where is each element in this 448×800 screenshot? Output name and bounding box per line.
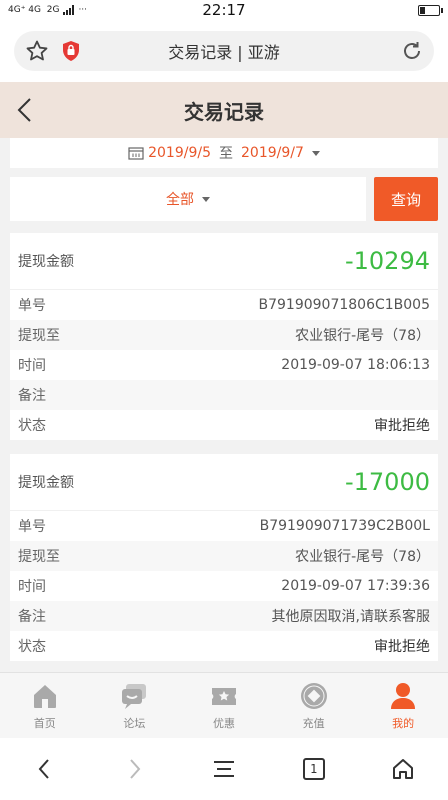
- row-label: 状态: [18, 418, 46, 434]
- detail-row: 备注: [10, 380, 438, 410]
- tab-promo[interactable]: 优惠: [179, 673, 269, 738]
- browser-home-icon[interactable]: [383, 749, 423, 789]
- detail-row: 时间 2019-09-07 17:39:36: [10, 571, 438, 601]
- tab-bar: 首页 论坛 优惠 充值 我的: [0, 672, 448, 738]
- tabs-button[interactable]: 1: [294, 749, 334, 789]
- status-value: 审批拒绝: [374, 639, 430, 655]
- row-label: 提现至: [18, 328, 60, 344]
- tab-label: 论坛: [123, 716, 146, 730]
- record-card: 提现金额 -10294 单号 B791909071806C1B005 提现至 农业银…: [10, 233, 438, 440]
- profile-icon: [391, 682, 416, 709]
- chevron-down-icon: [202, 196, 210, 202]
- row-value: B791909071806C1B005: [258, 297, 431, 313]
- detail-row: 单号 B791909071806C1B005: [10, 290, 438, 320]
- amount-label: 提现金额: [18, 254, 74, 270]
- detail-row: 时间 2019-09-07 18:06:13: [10, 350, 438, 380]
- amount-label: 提现金额: [18, 475, 74, 491]
- browser-bar: 交易记录 | 亚游: [0, 20, 448, 82]
- tab-label: 首页: [33, 716, 56, 730]
- back-arrow-icon[interactable]: [14, 96, 36, 124]
- row-value: B791909071739C2B00L: [259, 518, 430, 534]
- row-label: 时间: [18, 579, 46, 595]
- amount-row: 提现金额 -17000: [10, 454, 438, 511]
- filter-row: 全部 查询: [10, 177, 438, 221]
- amount-value: -17000: [344, 468, 430, 496]
- menu-icon[interactable]: [204, 749, 244, 789]
- record-card: 提现金额 -17000 单号 B791909071739C2B00L 提现至 农业银…: [10, 454, 438, 661]
- row-value: 农业银行-尾号（78）: [295, 328, 430, 344]
- detail-row: 状态 审批拒绝: [10, 631, 438, 661]
- tab-label: 充值: [302, 716, 325, 730]
- row-value: 农业银行-尾号（78）: [295, 549, 430, 565]
- tab-label: 优惠: [212, 716, 235, 730]
- tab-profile[interactable]: 我的: [358, 673, 448, 738]
- tab-deposit[interactable]: 充值: [269, 673, 359, 738]
- end-date[interactable]: 2019/9/7: [241, 145, 304, 161]
- row-label: 状态: [18, 639, 46, 655]
- tab-forum[interactable]: 论坛: [90, 673, 180, 738]
- address-bar[interactable]: 交易记录 | 亚游: [14, 31, 434, 71]
- date-separator: 至: [219, 146, 233, 162]
- deposit-icon: [300, 682, 327, 709]
- status-value: 审批拒绝: [374, 418, 430, 434]
- detail-row: 状态 审批拒绝: [10, 410, 438, 440]
- promo-icon: [211, 687, 236, 705]
- amount-row: 提现金额 -10294: [10, 233, 438, 290]
- type-select-value: 全部: [166, 192, 194, 208]
- row-label: 时间: [18, 358, 46, 374]
- browser-forward-icon[interactable]: [114, 749, 154, 789]
- detail-row: 备注 其他原因取消,请联系客服: [10, 601, 438, 631]
- page-header: 交易记录: [0, 82, 448, 138]
- browser-bottom-nav: 1: [0, 738, 448, 800]
- tab-label: 我的: [392, 716, 415, 730]
- detail-row: 提现至 农业银行-尾号（78）: [10, 320, 438, 350]
- row-label: 备注: [18, 609, 46, 625]
- calendar-icon: [128, 146, 144, 160]
- detail-row: 提现至 农业银行-尾号（78）: [10, 541, 438, 571]
- browser-back-icon[interactable]: [25, 749, 65, 789]
- header-title: 交易记录: [184, 99, 264, 124]
- status-bar: 4G⁺ 4G 2G ··· 22:17: [0, 0, 448, 20]
- row-value: 2019-09-07 17:39:36: [281, 578, 430, 594]
- type-select[interactable]: 全部: [10, 177, 366, 221]
- tab-count: 1: [302, 758, 325, 780]
- battery-icon: [418, 4, 443, 16]
- query-button[interactable]: 查询: [374, 177, 438, 221]
- page-title: 交易记录 | 亚游: [168, 43, 280, 62]
- row-label: 单号: [18, 298, 46, 314]
- home-icon: [33, 684, 56, 708]
- start-date[interactable]: 2019/9/5: [148, 145, 211, 161]
- tab-home[interactable]: 首页: [0, 673, 90, 738]
- row-value: 2019-09-07 18:06:13: [281, 357, 430, 373]
- row-label: 提现至: [18, 549, 60, 565]
- amount-value: -10294: [344, 247, 430, 275]
- clock: 22:17: [202, 1, 246, 19]
- detail-row: 单号 B791909071739C2B00L: [10, 511, 438, 541]
- chevron-down-icon: [311, 150, 320, 156]
- row-label: 备注: [18, 388, 46, 404]
- date-range-picker[interactable]: 2019/9/5 至 2019/9/7: [10, 138, 438, 168]
- forum-icon: [122, 683, 147, 709]
- row-label: 单号: [18, 519, 46, 535]
- row-value: 其他原因取消,请联系客服: [271, 609, 430, 625]
